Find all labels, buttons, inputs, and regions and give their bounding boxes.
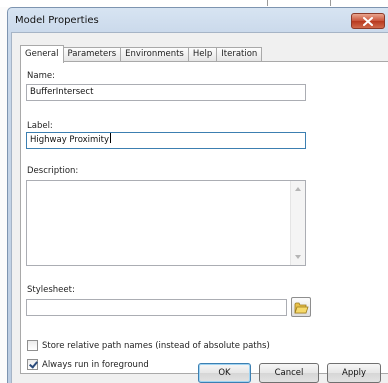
stylesheet-label: Stylesheet: [27, 285, 75, 295]
foreground-option[interactable]: Always run in foreground [27, 359, 149, 370]
label-field[interactable]: Highway Proximity [26, 132, 306, 149]
tab-parameters[interactable]: Parameters [62, 47, 122, 62]
relative-paths-option[interactable]: Store relative path names (instead of ab… [27, 340, 270, 351]
text-caret [110, 133, 112, 143]
cancel-button[interactable]: Cancel [259, 363, 319, 383]
name-field[interactable]: BufferIntersect [26, 84, 306, 101]
description-textarea[interactable] [26, 180, 306, 266]
name-label: Name: [27, 71, 55, 81]
description-scrollbar[interactable] [290, 181, 305, 265]
label-field-text: Highway Proximity [30, 135, 110, 145]
foreground-checkbox[interactable] [27, 359, 38, 370]
close-icon [363, 16, 373, 26]
title-bar[interactable]: Model Properties [8, 8, 388, 34]
scroll-up-arrow-icon[interactable] [295, 187, 301, 191]
browse-stylesheet-button[interactable] [291, 297, 311, 317]
relative-paths-checkbox[interactable] [27, 340, 38, 351]
tab-general[interactable]: General [20, 45, 64, 63]
background-window-edge [0, 0, 388, 7]
dialog-client-area: General Parameters Environments Help Ite… [11, 32, 388, 383]
background-divider [330, 0, 331, 6]
tab-environments[interactable]: Environments [120, 47, 189, 62]
relative-paths-label: Store relative path names (instead of ab… [42, 340, 270, 351]
description-label: Description: [27, 166, 79, 176]
ok-button[interactable]: OK [198, 363, 251, 383]
background-divider [267, 0, 268, 6]
apply-button[interactable]: Apply [327, 363, 381, 383]
folder-open-icon [293, 302, 309, 313]
tab-help[interactable]: Help [187, 47, 218, 62]
checkmark-icon [29, 359, 38, 369]
general-tab-panel: Name: BufferIntersect Label: Highway Pro… [20, 61, 388, 374]
label-label: Label: [27, 121, 53, 131]
tab-strip: General Parameters Environments Help Ite… [20, 45, 263, 63]
tab-iteration[interactable]: Iteration [216, 47, 263, 62]
close-button[interactable] [351, 13, 385, 29]
model-properties-dialog: Model Properties General Parameters Envi… [7, 7, 388, 383]
dialog-title: Model Properties [15, 15, 99, 26]
stylesheet-field[interactable] [26, 299, 287, 316]
foreground-label: Always run in foreground [42, 359, 149, 370]
scroll-down-arrow-icon[interactable] [295, 255, 301, 259]
